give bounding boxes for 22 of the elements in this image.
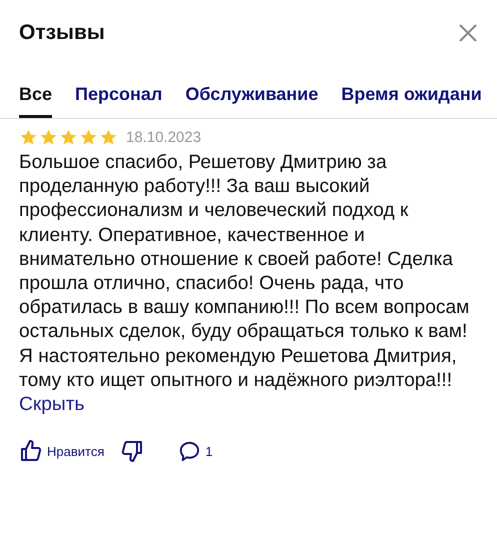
comments-button[interactable]: 1	[178, 440, 213, 463]
thumbs-up-icon	[19, 439, 43, 464]
dislike-button[interactable]	[120, 439, 144, 464]
star-icon	[79, 128, 98, 147]
close-button[interactable]	[457, 22, 479, 44]
tab[interactable]: Персонал	[75, 84, 162, 118]
dialog-title: Отзывы	[19, 21, 105, 45]
star-icon	[19, 128, 38, 147]
hide-link[interactable]: Скрыть	[19, 394, 84, 416]
like-button[interactable]: Нравится	[19, 439, 104, 464]
review-text: Большое спасибо, Решетову Дмитрию за проделанную работу!!! За ваш высокий профессионализм и человеческий подход к клиенту. Оперативное, качественное и внимательно отношение к своей работе! Сделка прошла отлично, спасибо! Очень рада, что обратилась в вашу компанию!!! По всем вопросам остальных сделок, буду обращаться только к вам!	[19, 151, 470, 344]
tab[interactable]: Все	[19, 84, 52, 118]
review-text: Я настоятельно рекомендую Решетова Дмитрия, тому кто ищет опытного и надёжного риэлтора!!! Скрыть	[19, 344, 458, 418]
tab[interactable]: Обслуживание	[185, 84, 318, 118]
star-icon	[39, 128, 58, 147]
star-icon	[99, 128, 118, 147]
thumbs-down-icon	[120, 439, 144, 464]
review-date: 18.10.2023	[126, 129, 202, 146]
speech-bubble-icon	[178, 440, 202, 463]
tab[interactable]: Время ожидани	[341, 84, 482, 118]
close-icon	[457, 22, 479, 44]
star-icon	[59, 128, 78, 147]
